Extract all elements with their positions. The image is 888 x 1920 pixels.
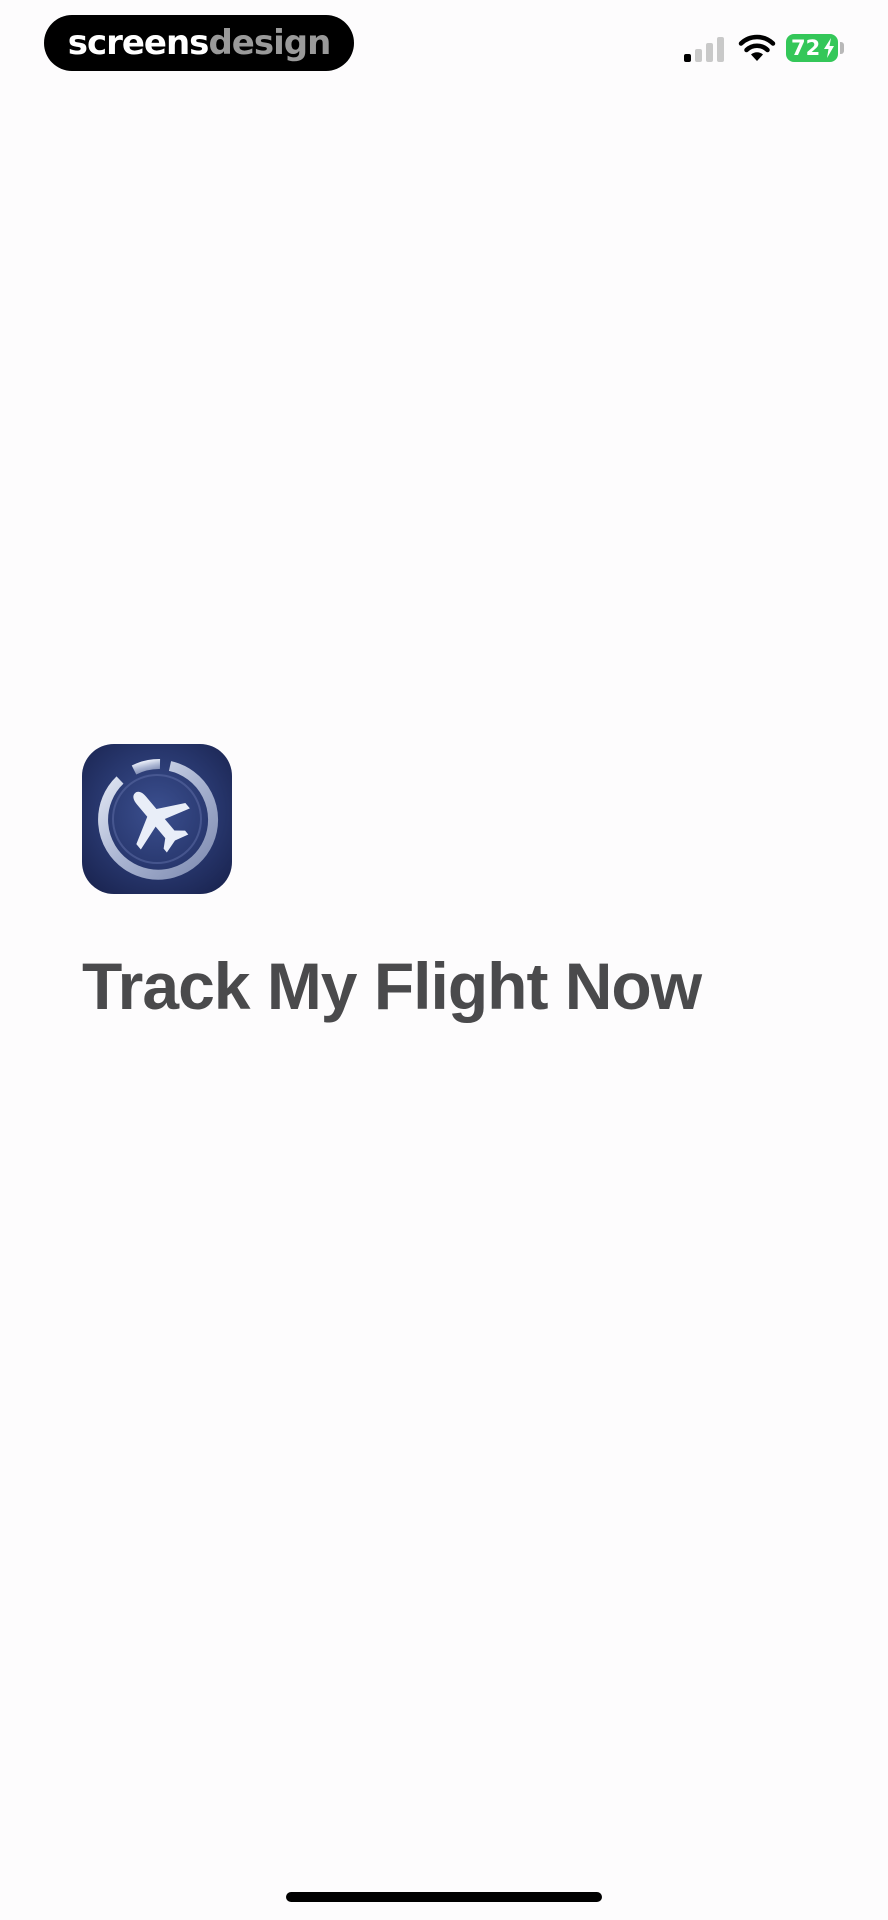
battery-cap	[840, 42, 844, 54]
battery-indicator: 72	[786, 34, 838, 62]
status-bar: screens design 72	[0, 0, 888, 90]
watermark-part-1: screens	[67, 23, 210, 63]
battery-level: 72	[791, 36, 821, 60]
cellular-signal-icon	[684, 36, 726, 62]
app-icon	[82, 744, 232, 894]
watermark-part-2: design	[208, 23, 331, 63]
airplane-app-icon	[98, 759, 219, 880]
wifi-icon	[738, 34, 776, 61]
home-indicator[interactable]	[286, 1892, 602, 1902]
screensdesign-watermark: screens design	[44, 15, 354, 71]
charging-bolt-icon	[824, 38, 834, 58]
app-title: Track My Flight Now	[82, 949, 702, 1023]
